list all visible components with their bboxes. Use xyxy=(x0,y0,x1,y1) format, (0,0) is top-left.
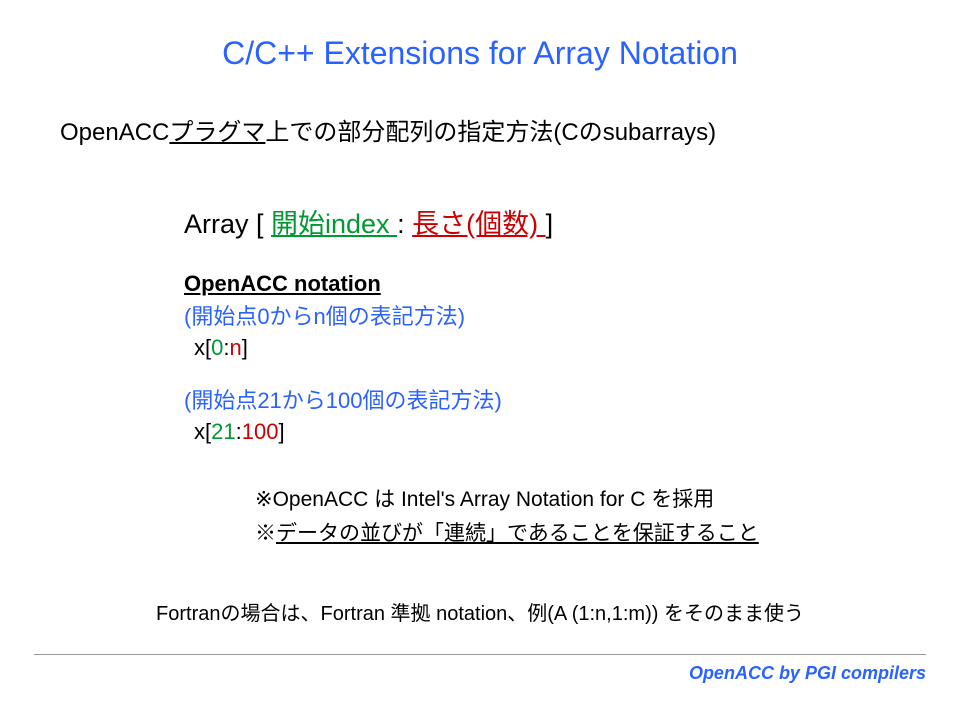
comment-example1: (開始点0からn個の表記方法) xyxy=(0,297,960,331)
note2-prefix: ※ xyxy=(255,522,276,545)
footer-text: OpenACC by PGI compilers xyxy=(689,663,926,684)
slide-title: C/C++ Extensions for Array Notation xyxy=(0,0,960,72)
ex1-start: 0 xyxy=(211,335,223,360)
ex2-len: 100 xyxy=(242,419,279,444)
syntax-array: Array [ xyxy=(184,209,271,239)
fortran-note: Fortranの場合は、Fortran 準拠 notation、例(A (1:n… xyxy=(0,547,960,626)
section-openacc-notation: OpenACC notation xyxy=(0,241,960,297)
syntax-start-index: 開始index xyxy=(271,209,397,239)
ex1-prefix: x[ xyxy=(194,335,211,360)
subtitle-prefix: OpenACC xyxy=(60,119,169,146)
syntax-colon: : xyxy=(397,209,412,239)
code-example-1: x[0:n] xyxy=(0,331,960,361)
code-example-2: x[21:100] xyxy=(0,415,960,445)
ex1-suffix: ] xyxy=(242,335,248,360)
ex1-len: n xyxy=(230,335,242,360)
note-intel-array-notation: ※OpenACC は Intel's Array Notation for C … xyxy=(0,445,960,513)
ex2-suffix: ] xyxy=(278,419,284,444)
note-contiguous-data: ※データの並びが「連続」であることを保証すること xyxy=(0,513,960,547)
comment-example2: (開始点21から100個の表記方法) xyxy=(0,361,960,415)
subtitle-suffix: 上での部分配列の指定方法(Cのsubarrays) xyxy=(265,119,716,146)
subtitle-underlined: プラグマ xyxy=(169,119,265,146)
ex2-start: 21 xyxy=(211,419,235,444)
syntax-close: ] xyxy=(546,209,554,239)
ex2-prefix: x[ xyxy=(194,419,211,444)
syntax-length: 長さ(個数) xyxy=(412,209,545,239)
syntax-definition: Array [ 開始index : 長さ(個数) ] xyxy=(0,147,960,241)
slide-subtitle: OpenACCプラグマ上での部分配列の指定方法(Cのsubarrays) xyxy=(0,72,960,147)
footer-divider xyxy=(34,654,926,655)
note2-underlined: データの並びが「連続」であることを保証すること xyxy=(276,522,759,545)
